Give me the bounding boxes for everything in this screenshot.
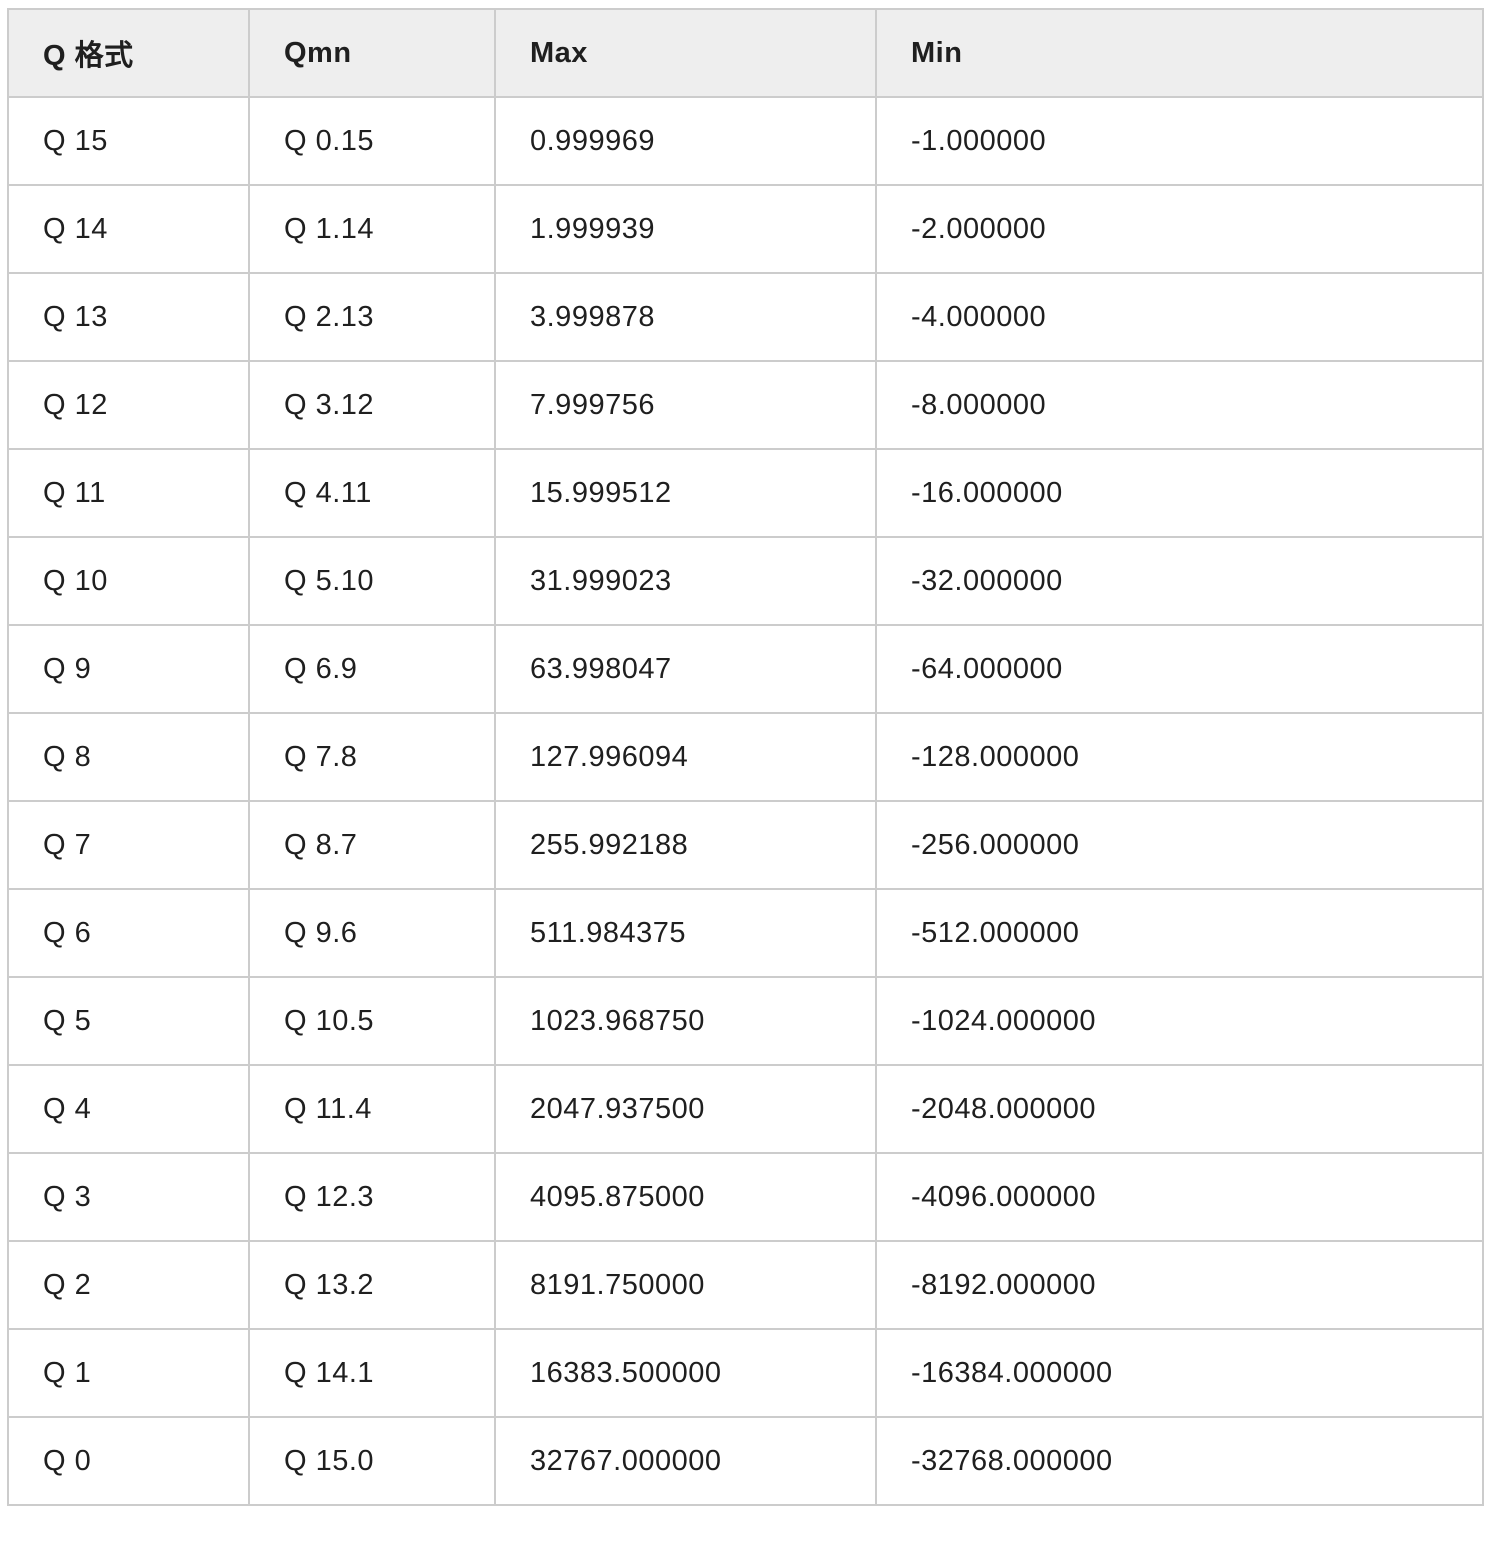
cell-min: -128.000000 [875, 712, 1484, 802]
cell-min: -8.000000 [875, 360, 1484, 450]
cell-max: 8191.750000 [494, 1240, 877, 1330]
cell-max: 255.992188 [494, 800, 877, 890]
cell-max: 1.999939 [494, 184, 877, 274]
cell-q-format: Q 10 [7, 536, 250, 626]
cell-q-format: Q 3 [7, 1152, 250, 1242]
q-format-table: Q 格式 Qmn Max Min Q 15 Q 0.15 0.999969 -1.00… [7, 8, 1484, 1506]
cell-min: -4096.000000 [875, 1152, 1484, 1242]
cell-min: -16.000000 [875, 448, 1484, 538]
cell-max: 32767.000000 [494, 1416, 877, 1506]
cell-qmn: Q 14.1 [248, 1328, 496, 1418]
table-row: Q 10 Q 5.10 31.999023 -32.000000 [7, 536, 1484, 626]
cell-q-format: Q 2 [7, 1240, 250, 1330]
cell-min: -1.000000 [875, 96, 1484, 186]
cell-q-format: Q 4 [7, 1064, 250, 1154]
cell-min: -256.000000 [875, 800, 1484, 890]
cell-max: 2047.937500 [494, 1064, 877, 1154]
table-row: Q 5Q 10.5 1023.968750 -1024.000000 [7, 976, 1484, 1066]
cell-min: -512.000000 [875, 888, 1484, 978]
header-max: Max [494, 8, 877, 98]
table-body: Q 15 Q 0.15 0.999969 -1.000000 Q 14 Q 1.14 1.9… [7, 96, 1484, 1506]
cell-max: 16383.500000 [494, 1328, 877, 1418]
cell-qmn: Q 3.12 [248, 360, 496, 450]
cell-min: -64.000000 [875, 624, 1484, 714]
cell-q-format: Q 8 [7, 712, 250, 802]
cell-qmn: Q 5.10 [248, 536, 496, 626]
table-row: Q 7Q 8.7 255.992188 -256.000000 [7, 800, 1484, 890]
cell-qmn: Q 11.4 [248, 1064, 496, 1154]
cell-min: -16384.000000 [875, 1328, 1484, 1418]
cell-qmn: Q 13.2 [248, 1240, 496, 1330]
cell-max: 4095.875000 [494, 1152, 877, 1242]
header-qmn: Qmn [248, 8, 496, 98]
cell-qmn: Q 7.8 [248, 712, 496, 802]
header-q-format: Q 格式 [7, 8, 250, 98]
table-row: Q 13 Q 2.13 3.999878 -4.000000 [7, 272, 1484, 362]
table-row: Q 15 Q 0.15 0.999969 -1.000000 [7, 96, 1484, 186]
table-row: Q 2Q 13.2 8191.750000 -8192.000000 [7, 1240, 1484, 1330]
cell-max: 511.984375 [494, 888, 877, 978]
table-row: Q 12 Q 3.12 7.999756 -8.000000 [7, 360, 1484, 450]
table-row: Q 1Q 14.1 16383.500000 -16384.000000 [7, 1328, 1484, 1418]
cell-min: -2.000000 [875, 184, 1484, 274]
cell-max: 7.999756 [494, 360, 877, 450]
cell-qmn: Q 0.15 [248, 96, 496, 186]
cell-min: -1024.000000 [875, 976, 1484, 1066]
cell-min: -8192.000000 [875, 1240, 1484, 1330]
table-row: Q 11 Q 4.11 15.999512 -16.000000 [7, 448, 1484, 538]
cell-max: 31.999023 [494, 536, 877, 626]
cell-max: 1023.968750 [494, 976, 877, 1066]
table-row: Q 3Q 12.3 4095.875000 -4096.000000 [7, 1152, 1484, 1242]
cell-max: 0.999969 [494, 96, 877, 186]
table-row: Q 0Q 15.0 32767.000000 -32768.000000 [7, 1416, 1484, 1506]
cell-qmn: Q 2.13 [248, 272, 496, 362]
cell-qmn: Q 8.7 [248, 800, 496, 890]
cell-max: 15.999512 [494, 448, 877, 538]
cell-qmn: Q 6.9 [248, 624, 496, 714]
cell-min: -32.000000 [875, 536, 1484, 626]
cell-q-format: Q 7 [7, 800, 250, 890]
cell-min: -4.000000 [875, 272, 1484, 362]
cell-q-format: Q 14 [7, 184, 250, 274]
cell-q-format: Q 12 [7, 360, 250, 450]
table-row: Q 9Q 6.9 63.998047 -64.000000 [7, 624, 1484, 714]
cell-q-format: Q 9 [7, 624, 250, 714]
cell-max: 127.996094 [494, 712, 877, 802]
table-header-row: Q 格式 Qmn Max Min [7, 8, 1484, 98]
cell-qmn: Q 1.14 [248, 184, 496, 274]
table-row: Q 8Q 7.8 127.996094 -128.000000 [7, 712, 1484, 802]
cell-max: 3.999878 [494, 272, 877, 362]
cell-min: -2048.000000 [875, 1064, 1484, 1154]
cell-q-format: Q 6 [7, 888, 250, 978]
cell-q-format: Q 13 [7, 272, 250, 362]
cell-qmn: Q 15.0 [248, 1416, 496, 1506]
cell-max: 63.998047 [494, 624, 877, 714]
cell-qmn: Q 10.5 [248, 976, 496, 1066]
cell-qmn: Q 12.3 [248, 1152, 496, 1242]
table-row: Q 14 Q 1.14 1.999939 -2.000000 [7, 184, 1484, 274]
cell-q-format: Q 5 [7, 976, 250, 1066]
cell-min: -32768.000000 [875, 1416, 1484, 1506]
header-min: Min [875, 8, 1484, 98]
cell-qmn: Q 4.11 [248, 448, 496, 538]
cell-qmn: Q 9.6 [248, 888, 496, 978]
cell-q-format: Q 0 [7, 1416, 250, 1506]
cell-q-format: Q 1 [7, 1328, 250, 1418]
cell-q-format: Q 11 [7, 448, 250, 538]
table-row: Q 6Q 9.6 511.984375 -512.000000 [7, 888, 1484, 978]
cell-q-format: Q 15 [7, 96, 250, 186]
table-row: Q 4Q 11.4 2047.937500 -2048.000000 [7, 1064, 1484, 1154]
